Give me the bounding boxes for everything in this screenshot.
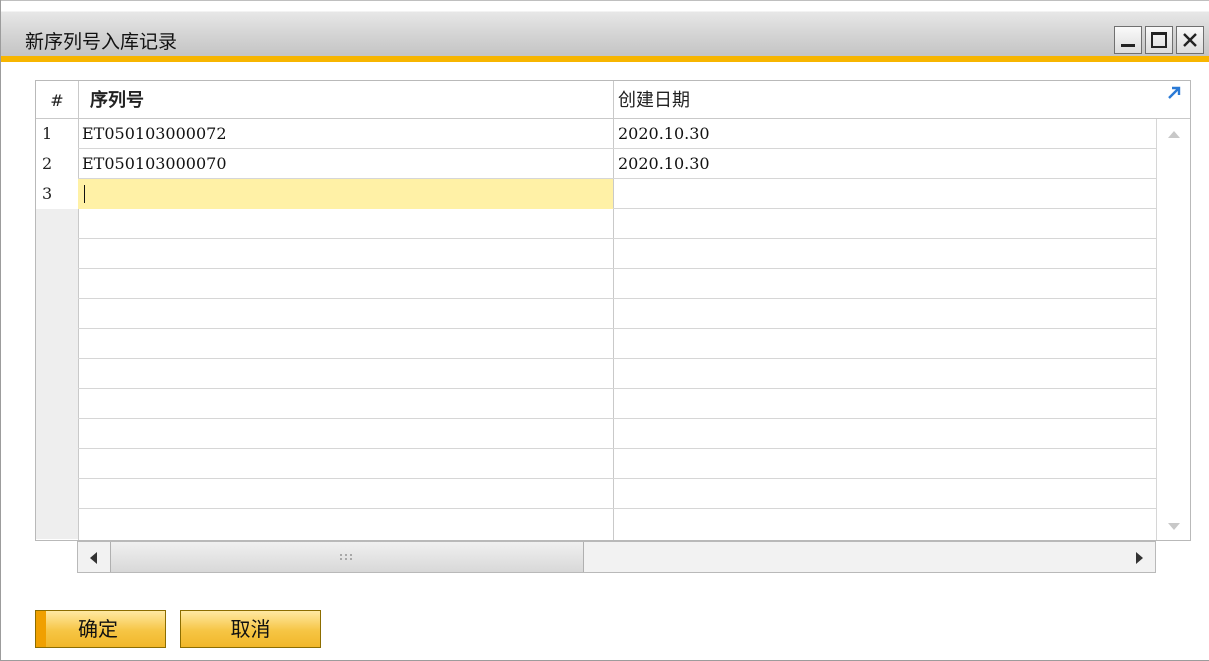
minimize-button[interactable] — [1114, 26, 1142, 54]
row-number-blank — [36, 299, 78, 329]
serial-number-dialog: 新序列号入库记录 # 序列号 创建日期 1 ET050103000072 202… — [0, 0, 1209, 661]
empty-row[interactable] — [36, 299, 1156, 329]
row-number-blank — [36, 389, 78, 419]
vertical-scrollbar[interactable] — [1156, 119, 1190, 540]
scroll-thumb[interactable] — [110, 542, 584, 572]
ok-button[interactable]: 确定 — [35, 610, 166, 648]
cancel-button[interactable]: 取消 — [180, 610, 321, 648]
horizontal-scrollbar[interactable] — [77, 541, 1156, 573]
row-number-blank — [36, 359, 78, 389]
ok-button-label: 确定 — [78, 617, 118, 641]
date-cell[interactable]: 2020.10.30 — [614, 119, 1156, 149]
empty-row[interactable] — [36, 419, 1156, 449]
text-caret — [84, 185, 85, 203]
serial-cell[interactable]: ET050103000070 — [78, 149, 613, 179]
row-number-blank — [36, 479, 78, 509]
row-number-blank — [36, 419, 78, 449]
grip-icon — [340, 554, 352, 560]
default-button-indicator — [36, 611, 46, 647]
maximize-button[interactable] — [1145, 26, 1173, 54]
minimize-icon — [1121, 44, 1135, 47]
empty-row[interactable] — [36, 479, 1156, 509]
row-number-blank — [36, 209, 78, 239]
empty-row[interactable] — [36, 359, 1156, 389]
header-row-number: # — [50, 91, 64, 110]
window-title: 新序列号入库记录 — [25, 31, 178, 53]
header-serial-number[interactable]: 序列号 — [90, 81, 144, 119]
empty-row[interactable] — [36, 389, 1156, 419]
empty-row[interactable] — [36, 209, 1156, 239]
row-number: 2 — [36, 149, 78, 179]
row-number-blank — [36, 269, 78, 299]
row-number: 1 — [36, 119, 78, 149]
row-number-blank — [36, 509, 78, 539]
serial-grid: # 序列号 创建日期 1 ET050103000072 2020.10.30 2… — [35, 80, 1191, 541]
expand-arrow-icon[interactable] — [1166, 85, 1182, 101]
window-controls — [1114, 26, 1204, 54]
maximize-icon — [1151, 32, 1167, 48]
header-create-date[interactable]: 创建日期 — [618, 81, 690, 119]
table-row-active[interactable]: 3 — [36, 179, 1156, 209]
empty-row[interactable] — [36, 329, 1156, 359]
empty-row[interactable] — [36, 449, 1156, 479]
scroll-up-icon[interactable] — [1167, 129, 1181, 139]
title-bar[interactable]: 新序列号入库记录 — [1, 0, 1209, 62]
empty-row[interactable] — [36, 239, 1156, 269]
serial-cell[interactable]: ET050103000072 — [78, 119, 613, 149]
serial-input-cell[interactable] — [78, 179, 613, 209]
row-number: 3 — [36, 179, 78, 209]
title-accent-bar — [1, 56, 1209, 62]
row-number-blank — [36, 329, 78, 359]
empty-row[interactable] — [36, 509, 1156, 539]
close-button[interactable] — [1176, 26, 1204, 54]
empty-row[interactable] — [36, 269, 1156, 299]
row-number-blank — [36, 239, 78, 269]
table-row[interactable]: 2 ET050103000070 2020.10.30 — [36, 149, 1156, 179]
scroll-right-icon[interactable] — [1135, 552, 1143, 564]
row-number-blank — [36, 449, 78, 479]
close-icon — [1183, 33, 1197, 47]
scroll-down-icon[interactable] — [1167, 522, 1181, 532]
table-row[interactable]: 1 ET050103000072 2020.10.30 — [36, 119, 1156, 149]
date-cell[interactable]: 2020.10.30 — [614, 149, 1156, 179]
date-cell[interactable] — [614, 179, 1156, 209]
scroll-left-icon[interactable] — [90, 552, 98, 564]
